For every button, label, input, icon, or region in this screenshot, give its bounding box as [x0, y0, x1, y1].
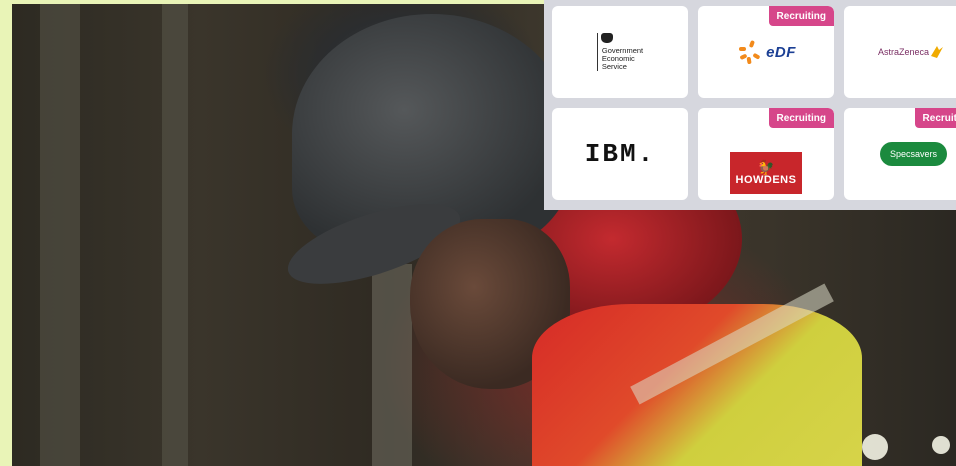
background-light	[932, 436, 950, 454]
government-economic-service-logo: Government Economic Service	[596, 33, 643, 71]
astrazeneca-swirl-icon	[931, 46, 944, 58]
employer-card-specsavers[interactable]: Recruiting Specsavers	[844, 108, 956, 200]
logo-text: eDF	[766, 43, 796, 61]
ibm-logo: IBM.	[584, 139, 656, 169]
edf-logo: eDF	[736, 39, 796, 65]
background-pillar	[162, 4, 188, 466]
hi-vis-vest	[532, 304, 862, 466]
employer-card-government-economic-service[interactable]: Government Economic Service	[552, 6, 688, 98]
employer-card-astrazeneca[interactable]: AstraZeneca	[844, 6, 956, 98]
employer-card-howdens[interactable]: Recruiting 🐓 HOWDENS	[698, 108, 834, 200]
employer-logo-grid: Government Economic Service Recruiting e…	[544, 0, 956, 210]
background-pillar	[40, 4, 80, 466]
background-pillar	[372, 264, 412, 466]
crest-icon	[600, 33, 613, 43]
edf-sunburst-icon	[739, 40, 760, 64]
background-light	[862, 434, 888, 460]
employer-card-edf[interactable]: Recruiting eDF	[698, 6, 834, 98]
left-accent-strip	[0, 0, 12, 466]
specsavers-logo: Specsavers	[880, 142, 948, 166]
logo-text: AstraZeneca	[878, 47, 930, 57]
cockerel-icon: 🐓	[757, 159, 775, 175]
employer-card-ibm[interactable]: IBM.	[552, 108, 688, 200]
howdens-logo: 🐓 HOWDENS	[730, 152, 802, 194]
logo-text: Service	[601, 62, 627, 71]
logo-text: HOWDENS	[735, 174, 797, 186]
